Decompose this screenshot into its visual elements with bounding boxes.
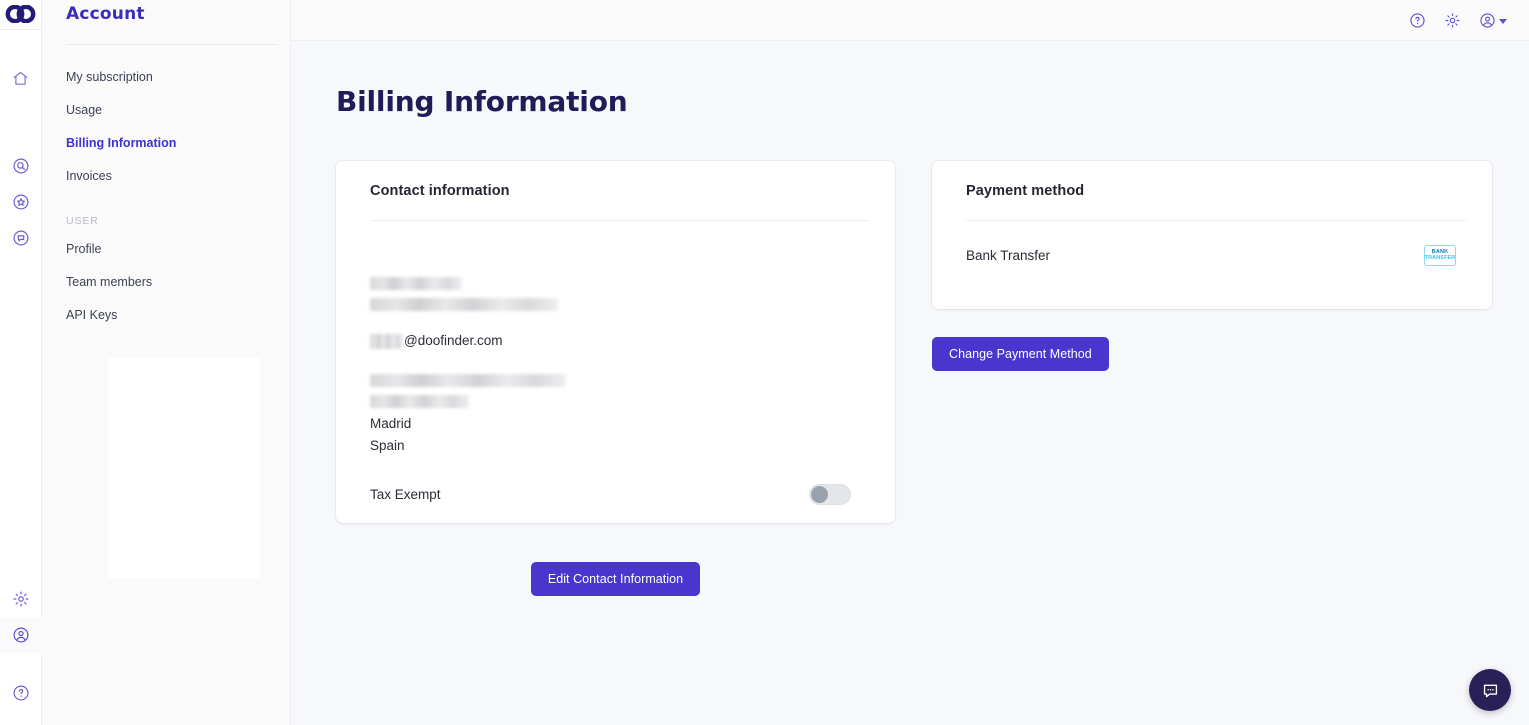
contact-address-block: Madrid Spain <box>370 372 869 457</box>
redacted-email-local-part <box>370 334 403 350</box>
tax-exempt-label: Tax Exempt <box>370 487 441 503</box>
sidebar-item-invoices[interactable]: Invoices <box>42 160 290 193</box>
sidebar-item-label: API Keys <box>66 308 118 322</box>
contact-name-block <box>370 275 869 311</box>
toggle-knob <box>811 486 828 504</box>
card-divider <box>370 220 869 221</box>
payment-method-row: Bank Transfer BANK TRANSFER <box>966 245 1466 266</box>
page-title: Billing Information <box>336 85 628 118</box>
bank-badge-line-2: TRANSFER <box>1424 254 1456 261</box>
payment-method-label: Bank Transfer <box>966 248 1051 263</box>
sidebar-item-api-keys[interactable]: API Keys <box>42 299 290 332</box>
redacted-name-line-1 <box>370 277 462 291</box>
contact-card-title: Contact information <box>370 183 510 199</box>
rail-item-help[interactable] <box>0 675 42 711</box>
gear-icon <box>1445 12 1460 28</box>
rail-item-account[interactable] <box>0 617 42 653</box>
payment-card-title: Payment method <box>966 183 1085 199</box>
chat-bubble-circle-icon <box>13 230 28 246</box>
change-payment-method-button[interactable]: Change Payment Method <box>932 337 1109 371</box>
account-sidebar: Account My subscription Usage Billing In… <box>42 0 291 725</box>
sidebar-item-label: Usage <box>66 103 103 117</box>
sidebar-promo-placeholder <box>108 358 260 578</box>
gear-icon <box>13 591 28 607</box>
rail-primary-group <box>0 60 41 96</box>
sidebar-item-label: Invoices <box>66 169 112 183</box>
bank-transfer-icon: BANK TRANSFER <box>1424 245 1456 266</box>
help-circle-icon <box>13 685 28 701</box>
rail-item-messages[interactable] <box>0 220 42 256</box>
address-city: Madrid <box>370 416 412 432</box>
user-circle-icon <box>13 627 28 643</box>
sidebar-item-label: My subscription <box>66 70 153 84</box>
rail-item-search[interactable] <box>0 148 42 184</box>
edit-contact-button-wrap: Edit Contact Information <box>336 562 895 596</box>
sidebar-title: Account <box>66 4 145 24</box>
redacted-name-line-2 <box>370 298 558 311</box>
sidebar-item-my-subscription[interactable]: My subscription <box>42 61 290 94</box>
chat-widget-button[interactable] <box>1469 669 1511 711</box>
sidebar-item-label: Billing Information <box>66 136 177 150</box>
address-country: Spain <box>370 438 405 454</box>
topbar-help-button[interactable] <box>1409 12 1426 29</box>
contact-column: Contact information @doofinder.com Madri… <box>336 161 895 596</box>
topbar-settings-button[interactable] <box>1444 12 1461 29</box>
icon-rail <box>0 0 42 725</box>
cards-row: Contact information @doofinder.com Madri… <box>336 161 1492 596</box>
email-domain: @doofinder.com <box>404 333 503 349</box>
sidebar-item-label: Team members <box>66 275 153 289</box>
doofinder-logo[interactable] <box>0 0 41 30</box>
rail-bottom-group <box>0 581 42 725</box>
contact-information-card: Contact information @doofinder.com Madri… <box>336 161 895 523</box>
star-badge-icon <box>13 194 28 210</box>
page-content: Billing Information Contact information … <box>291 41 1529 725</box>
doofinder-logo-icon <box>5 4 35 23</box>
rail-item-favorites[interactable] <box>0 184 42 220</box>
chat-bubble-icon <box>1483 684 1497 697</box>
change-payment-button-wrap: Change Payment Method <box>932 337 1492 371</box>
help-circle-icon <box>1410 12 1425 28</box>
sidebar-item-profile[interactable]: Profile <box>42 233 290 266</box>
contact-email-row: @doofinder.com <box>370 333 869 350</box>
tax-exempt-toggle[interactable] <box>809 484 851 506</box>
chevron-down-icon <box>1499 18 1507 24</box>
sidebar-section-user: USER <box>66 215 99 227</box>
sidebar-item-label: Profile <box>66 242 102 256</box>
redacted-address-line-2 <box>370 395 469 409</box>
app-root: Account My subscription Usage Billing In… <box>0 0 1529 725</box>
home-icon <box>13 71 28 85</box>
topbar-account-menu[interactable] <box>1479 12 1507 29</box>
rail-item-settings[interactable] <box>0 581 42 617</box>
user-circle-icon <box>1480 12 1495 28</box>
sidebar-nav-list: My subscription Usage Billing Informatio… <box>42 45 290 332</box>
main-region: Billing Information Contact information … <box>291 0 1529 725</box>
sidebar-item-team-members[interactable]: Team members <box>42 266 290 299</box>
rail-item-home[interactable] <box>0 60 42 96</box>
redacted-address-line-1 <box>370 374 566 388</box>
payment-column: Payment method Bank Transfer BANK TRANSF… <box>932 161 1492 371</box>
sidebar-item-billing-information[interactable]: Billing Information <box>42 127 290 160</box>
top-bar <box>291 0 1529 41</box>
rail-secondary-group <box>0 148 41 256</box>
tax-exempt-row: Tax Exempt <box>370 484 869 506</box>
card-divider <box>966 220 1466 221</box>
edit-contact-information-button[interactable]: Edit Contact Information <box>530 562 701 596</box>
search-target-icon <box>13 158 28 174</box>
sidebar-item-usage[interactable]: Usage <box>42 94 290 127</box>
payment-method-card: Payment method Bank Transfer BANK TRANSF… <box>932 161 1492 309</box>
